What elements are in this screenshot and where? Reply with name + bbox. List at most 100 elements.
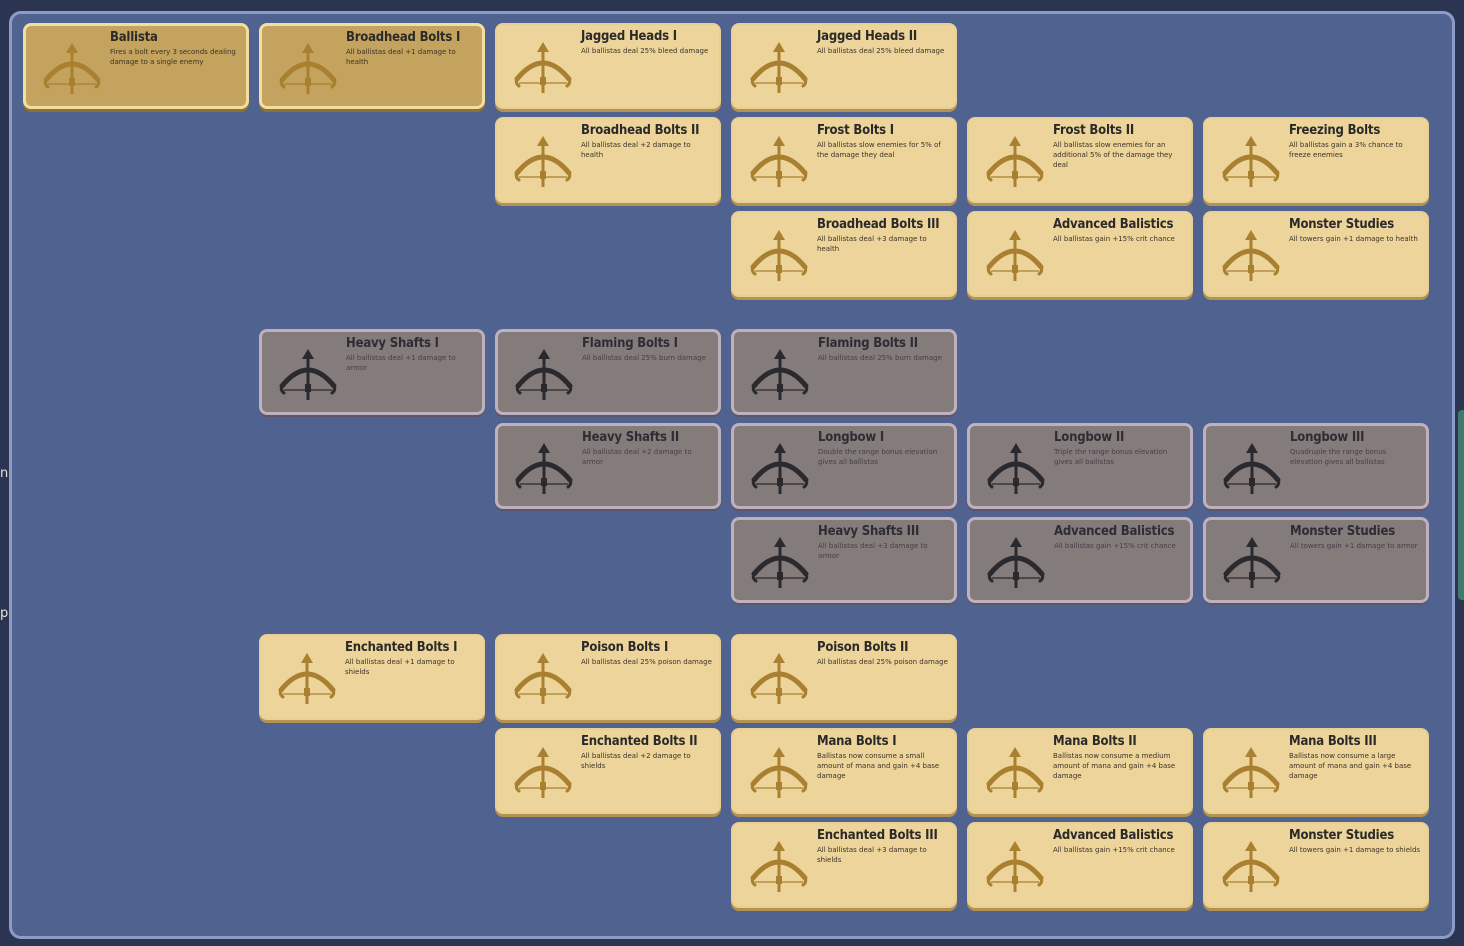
skill-node-22[interactable]: Poison Bolts I All ballistas deal 25% po… [495,634,721,720]
skill-title: Enchanted Bolts I [345,640,458,655]
skill-tree-panel: Ballista Fires a bolt every 3 seconds de… [9,11,1455,939]
crossbow-icon [512,346,576,402]
crossbow-icon [275,650,339,706]
skill-description: All ballistas deal 25% burn damage [818,354,942,362]
skill-title: Broadhead Bolts II [581,123,700,138]
skill-node-9[interactable]: Advanced Balistics All ballistas gain +1… [967,211,1193,297]
crossbow-icon [983,838,1047,894]
skill-title: Longbow I [818,430,885,445]
skill-node-7[interactable]: Freezing Bolts All ballistas gain a 3% c… [1203,117,1429,203]
skill-node-25[interactable]: Mana Bolts I Ballistas now consume a sma… [731,728,957,814]
crossbow-icon [747,133,811,189]
skill-node-21[interactable]: Enchanted Bolts I All ballistas deal +1 … [259,634,485,720]
crossbow-icon [511,39,575,95]
skill-description: Ballistas now consume a large amount of … [1289,752,1412,780]
skill-title: Freezing Bolts [1289,123,1381,138]
skill-node-12[interactable]: Flaming Bolts I All ballistas deal 25% b… [495,329,721,415]
crossbow-icon [511,133,575,189]
skill-description: Quadruple the range bonus elevation give… [1290,448,1387,466]
skill-node-1[interactable]: Broadhead Bolts I All ballistas deal +1 … [259,23,485,109]
crossbow-icon [1219,744,1283,800]
skill-title: Frost Bolts I [817,123,894,138]
skill-description: All ballistas gain a 3% chance to freeze… [1289,141,1403,159]
skill-title: Mana Bolts I [817,734,897,749]
skill-title: Poison Bolts I [581,640,669,655]
skill-title: Enchanted Bolts III [817,828,938,843]
skill-title: Mana Bolts III [1289,734,1377,749]
skill-node-13[interactable]: Flaming Bolts II All ballistas deal 25% … [731,329,957,415]
crossbow-icon [1219,227,1283,283]
skill-node-11[interactable]: Heavy Shafts I All ballistas deal +1 dam… [259,329,485,415]
skill-description: All ballistas deal 25% bleed damage [581,47,709,55]
skill-title: Monster Studies [1289,828,1394,843]
skill-description: All ballistas slow enemies for 5% of the… [817,141,941,159]
crossbow-icon [1219,133,1283,189]
skill-node-30[interactable]: Monster Studies All towers gain +1 damag… [1203,822,1429,908]
crossbow-icon [512,440,576,496]
crossbow-icon [747,744,811,800]
skill-node-19[interactable]: Advanced Balistics All ballistas gain +1… [967,517,1193,603]
skill-node-29[interactable]: Advanced Balistics All ballistas gain +1… [967,822,1193,908]
skill-description: All ballistas deal +2 damage to health [581,141,691,159]
crossbow-icon [983,227,1047,283]
skill-title: Frost Bolts II [1053,123,1135,138]
skill-description: All ballistas deal +1 damage to armor [346,354,456,372]
skill-title: Enchanted Bolts II [581,734,698,749]
skill-description: All ballistas deal +3 damage to shields [817,846,927,864]
skill-description: Ballistas now consume a small amount of … [817,752,940,780]
skill-title: Heavy Shafts II [582,430,679,445]
skill-node-26[interactable]: Mana Bolts II Ballistas now consume a me… [967,728,1193,814]
skill-node-8[interactable]: Broadhead Bolts III All ballistas deal +… [731,211,957,297]
skill-node-10[interactable]: Monster Studies All towers gain +1 damag… [1203,211,1429,297]
skill-title: Monster Studies [1290,524,1395,539]
crossbow-icon [983,133,1047,189]
skill-description: All towers gain +1 damage to health [1289,235,1418,243]
skill-description: All ballistas gain +15% crit chance [1053,235,1175,243]
crossbow-icon [1219,838,1283,894]
skill-title: Longbow III [1290,430,1365,445]
skill-description: All ballistas deal 25% poison damage [581,658,712,666]
skill-node-17[interactable]: Longbow III Quadruple the range bonus el… [1203,423,1429,509]
crossbow-icon [747,227,811,283]
crossbow-icon [984,534,1048,590]
skill-description: All ballistas deal +2 damage to shields [581,752,691,770]
skill-node-28[interactable]: Enchanted Bolts III All ballistas deal +… [731,822,957,908]
skill-node-4[interactable]: Broadhead Bolts II All ballistas deal +2… [495,117,721,203]
skill-title: Poison Bolts II [817,640,909,655]
skill-node-0[interactable]: Ballista Fires a bolt every 3 seconds de… [23,23,249,109]
skill-title: Jagged Heads II [817,29,918,44]
skill-node-20[interactable]: Monster Studies All towers gain +1 damag… [1203,517,1429,603]
skill-node-6[interactable]: Frost Bolts II All ballistas slow enemie… [967,117,1193,203]
skill-title: Ballista [110,30,158,45]
skill-description: All ballistas deal +2 damage to armor [582,448,692,466]
skill-title: Advanced Balistics [1054,524,1175,539]
skill-node-5[interactable]: Frost Bolts I All ballistas slow enemies… [731,117,957,203]
skill-node-3[interactable]: Jagged Heads II All ballistas deal 25% b… [731,23,957,109]
skill-node-15[interactable]: Longbow I Double the range bonus elevati… [731,423,957,509]
skill-node-2[interactable]: Jagged Heads I All ballistas deal 25% bl… [495,23,721,109]
crossbow-icon [747,39,811,95]
skill-description: All ballistas deal +3 damage to armor [818,542,928,560]
skill-description: All ballistas gain +15% crit chance [1053,846,1175,854]
skill-node-18[interactable]: Heavy Shafts III All ballistas deal +3 d… [731,517,957,603]
skill-description: All ballistas deal +1 damage to health [346,48,456,66]
edge-text-2: p [0,606,9,621]
skill-title: Advanced Balistics [1053,217,1174,232]
skill-description: All ballistas slow enemies for an additi… [1053,141,1173,169]
skill-title: Heavy Shafts III [818,524,920,539]
skill-node-27[interactable]: Mana Bolts III Ballistas now consume a l… [1203,728,1429,814]
skill-node-23[interactable]: Poison Bolts II All ballistas deal 25% p… [731,634,957,720]
skill-description: All ballistas deal +3 damage to health [817,235,927,253]
skill-node-24[interactable]: Enchanted Bolts II All ballistas deal +2… [495,728,721,814]
crossbow-icon [748,440,812,496]
skill-title: Monster Studies [1289,217,1394,232]
skill-title: Broadhead Bolts III [817,217,940,232]
skill-title: Mana Bolts II [1053,734,1137,749]
crossbow-icon [748,534,812,590]
skill-node-16[interactable]: Longbow II Triple the range bonus elevat… [967,423,1193,509]
skill-description: All towers gain +1 damage to armor [1290,542,1418,550]
crossbow-icon [511,744,575,800]
crossbow-icon [747,650,811,706]
crossbow-icon [511,650,575,706]
skill-node-14[interactable]: Heavy Shafts II All ballistas deal +2 da… [495,423,721,509]
